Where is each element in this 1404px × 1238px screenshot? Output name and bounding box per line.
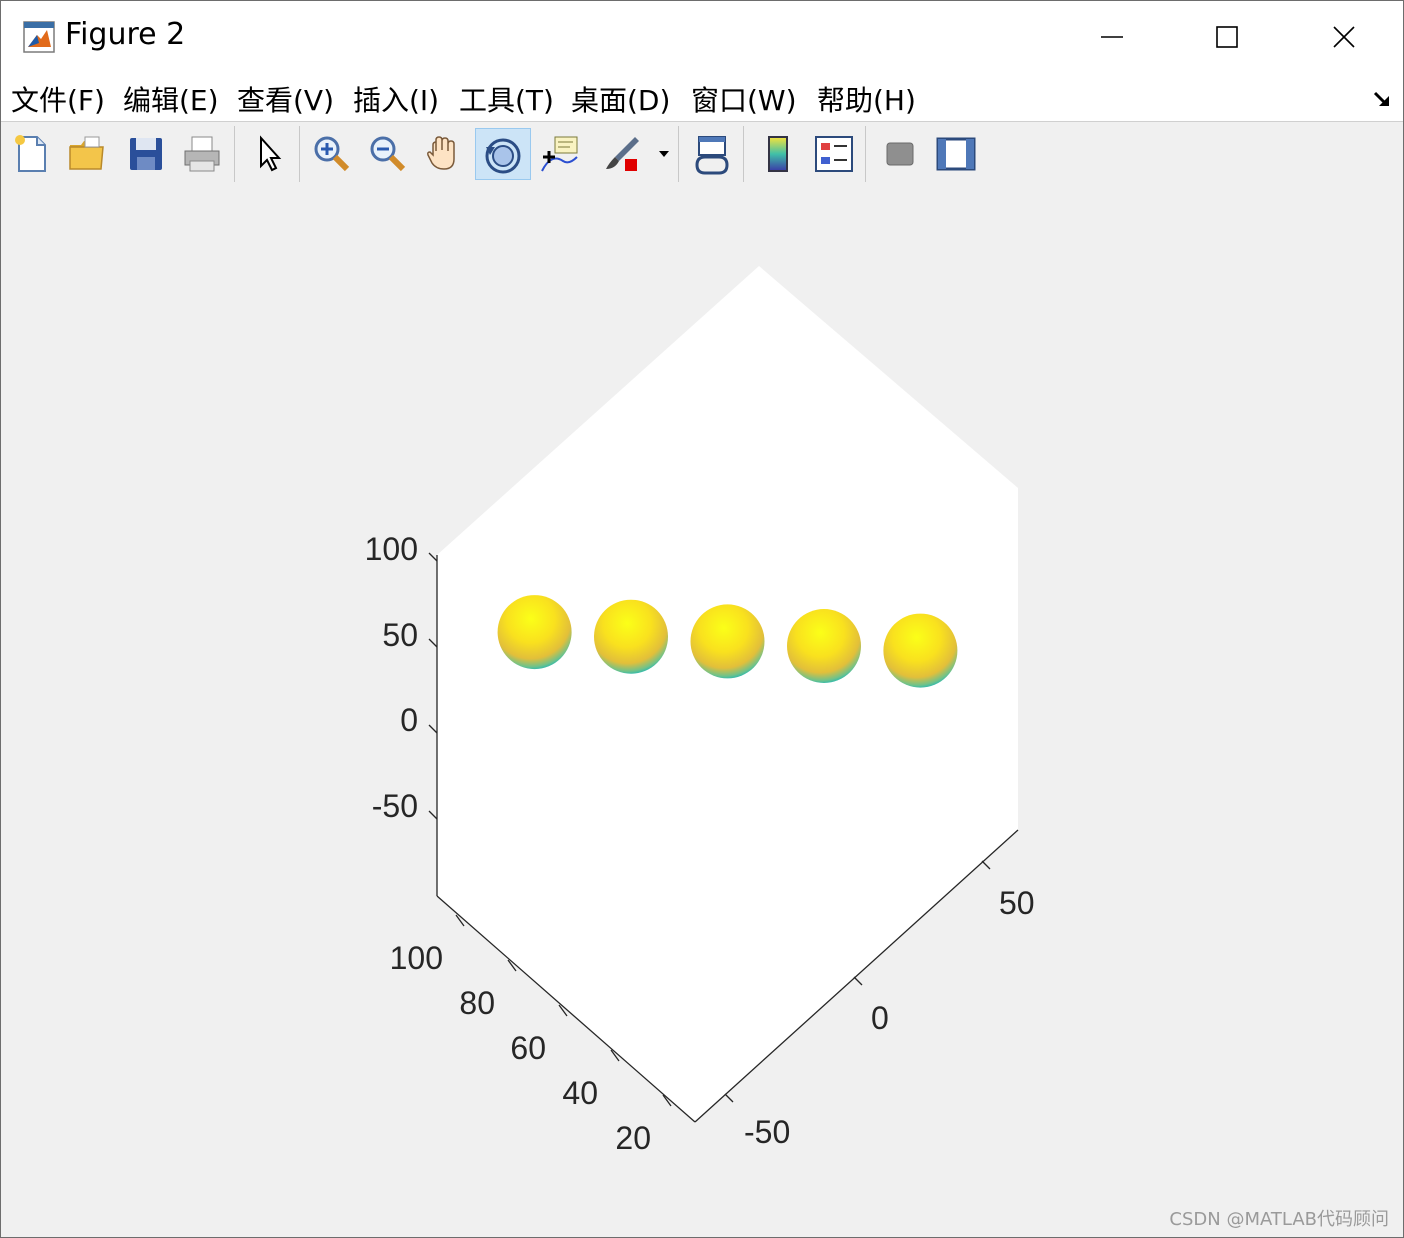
z-tick-label: 100 (365, 531, 418, 567)
data-cursor-button[interactable] (535, 129, 585, 179)
menu-help[interactable]: 帮助(H) (817, 79, 916, 117)
minimize-button[interactable] (1067, 9, 1157, 65)
insert-colorbar-button[interactable] (753, 129, 803, 179)
legend-icon (815, 136, 853, 172)
menu-file[interactable]: 文件(F) (11, 79, 105, 117)
sphere-marker (883, 613, 958, 688)
printer-icon (184, 136, 220, 172)
colorbar-icon (768, 136, 788, 172)
z-tick-label: 0 (400, 702, 418, 738)
maximize-icon (1216, 26, 1238, 48)
save-disk-icon (130, 138, 162, 170)
hide-plot-tools-button[interactable] (875, 129, 925, 179)
menu-bar: 文件(F) 编辑(E) 查看(V) 插入(I) 工具(T) 桌面(D) 窗口(W… (1, 73, 1403, 121)
x-tick-label: 60 (510, 1030, 546, 1066)
folder-open-icon (69, 136, 104, 170)
sphere-marker (497, 595, 572, 670)
zoom-out-button[interactable] (363, 129, 413, 179)
rotate-3d-button[interactable] (475, 128, 531, 180)
maximize-button[interactable] (1182, 9, 1272, 65)
rotate-3d-icon (485, 138, 521, 174)
window-title: Figure 2 (65, 17, 186, 52)
axes-3d[interactable]: 100 50 0 -50 100 80 60 40 20 50 0 -50 (1, 186, 1403, 1237)
chevron-down-icon (659, 151, 669, 157)
sphere-marker (787, 609, 861, 683)
sphere-marker (594, 599, 668, 674)
figure-window: Figure 2 文件(F) 编辑(E) 查看(V) 插入(I) 工具(T) 桌… (0, 0, 1404, 1238)
x-tick-label: 20 (615, 1120, 651, 1156)
brush-dropdown-button[interactable] (651, 129, 673, 179)
x-tick-label: 40 (562, 1075, 598, 1111)
pan-hand-icon (427, 136, 455, 170)
toolbar-separator (865, 126, 866, 182)
show-tools-icon (936, 137, 976, 171)
axes-background (437, 266, 1018, 1122)
z-tick-label: 50 (382, 617, 418, 653)
brush-button[interactable] (597, 129, 647, 179)
menu-tools[interactable]: 工具(T) (459, 79, 554, 117)
menu-desktop[interactable]: 桌面(D) (571, 79, 670, 117)
title-bar[interactable]: Figure 2 (1, 1, 1403, 73)
brush-icon (606, 137, 639, 171)
arrow-cursor-icon (260, 135, 282, 172)
menu-window[interactable]: 窗口(W) (691, 79, 797, 117)
sphere-marker (690, 604, 765, 679)
zoom-in-button[interactable] (307, 129, 357, 179)
z-ticks (428, 552, 438, 820)
y-tick-label: 0 (871, 1000, 889, 1036)
y-tick-label: -50 (744, 1114, 790, 1150)
z-tick-label: -50 (372, 788, 418, 824)
link-plot-icon (695, 136, 729, 175)
insert-legend-button[interactable] (809, 129, 859, 179)
pan-button[interactable] (419, 129, 469, 179)
new-file-icon (15, 135, 46, 172)
hide-tools-icon (886, 142, 914, 166)
minimize-icon (1101, 36, 1123, 38)
open-file-button[interactable] (63, 129, 113, 179)
new-figure-button[interactable] (7, 129, 57, 179)
y-tick-label: 50 (999, 885, 1035, 921)
menu-edit[interactable]: 编辑(E) (123, 79, 219, 117)
figure-toolbar (1, 121, 1403, 187)
toolbar-separator (299, 126, 300, 182)
data-tip-icon (541, 136, 578, 172)
show-plot-tools-button[interactable] (931, 129, 981, 179)
dock-arrow-icon[interactable] (1371, 87, 1395, 111)
toolbar-separator (234, 126, 235, 182)
toolbar-separator (678, 126, 679, 182)
menu-insert[interactable]: 插入(I) (353, 79, 439, 117)
x-tick-label: 100 (390, 940, 443, 976)
zoom-in-icon (314, 136, 350, 172)
menu-view[interactable]: 查看(V) (237, 79, 334, 117)
close-icon (1333, 26, 1355, 48)
close-button[interactable] (1299, 9, 1389, 65)
zoom-out-icon (370, 136, 406, 172)
figure-canvas[interactable]: 100 50 0 -50 100 80 60 40 20 50 0 -50 (1, 186, 1403, 1237)
x-tick-label: 80 (459, 985, 495, 1021)
matlab-logo-icon (23, 21, 55, 53)
link-plot-button[interactable] (687, 129, 737, 179)
save-figure-button[interactable] (121, 129, 171, 179)
watermark-text: CSDN @MATLAB代码顾问 (1169, 1209, 1389, 1230)
print-figure-button[interactable] (177, 129, 227, 179)
toolbar-separator (743, 126, 744, 182)
edit-plot-button[interactable] (245, 129, 295, 179)
